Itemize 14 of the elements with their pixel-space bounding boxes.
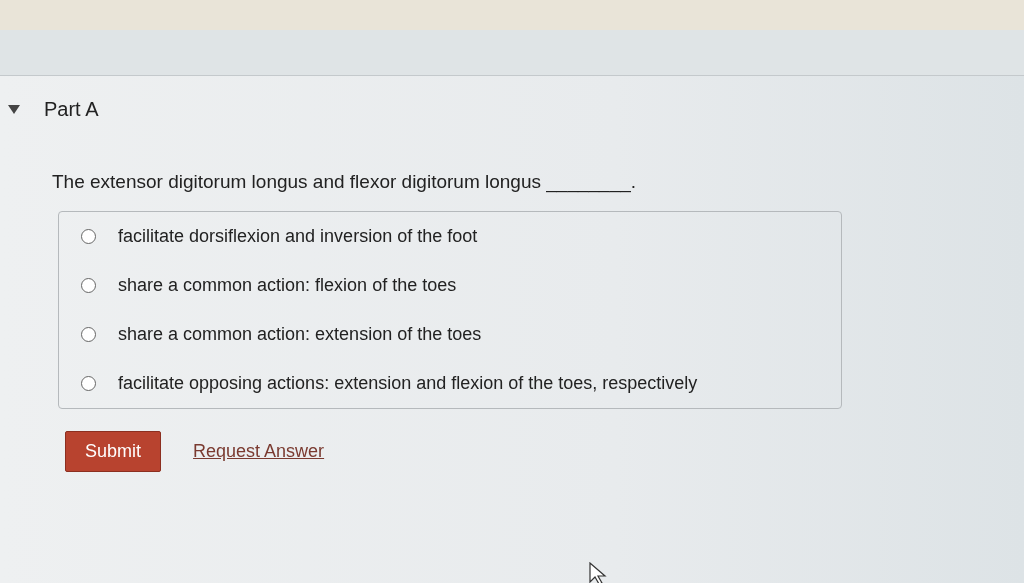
radio-button[interactable] [81,327,96,342]
answer-option[interactable]: facilitate dorsiflexion and inversion of the foot [81,226,841,247]
part-title: Part A [44,98,99,121]
radio-button[interactable] [81,229,96,244]
radio-button[interactable] [81,376,96,391]
question-text: The extensor digitorum longus and flexor digitorum longus ________. [52,171,638,193]
answer-option[interactable]: share a common action: flexion of the toes [81,275,841,296]
caret-icon[interactable] [8,105,20,114]
answer-option[interactable]: share a common action: extension of the toes [81,324,841,345]
radio-button[interactable] [81,278,96,293]
submit-button[interactable]: Submit [65,431,162,472]
request-answer-link[interactable]: Request Answer [193,441,325,462]
cursor-icon [588,562,610,583]
answer-option[interactable]: facilitate opposing actions: extension and flexion of the toes, respectively [81,373,841,394]
